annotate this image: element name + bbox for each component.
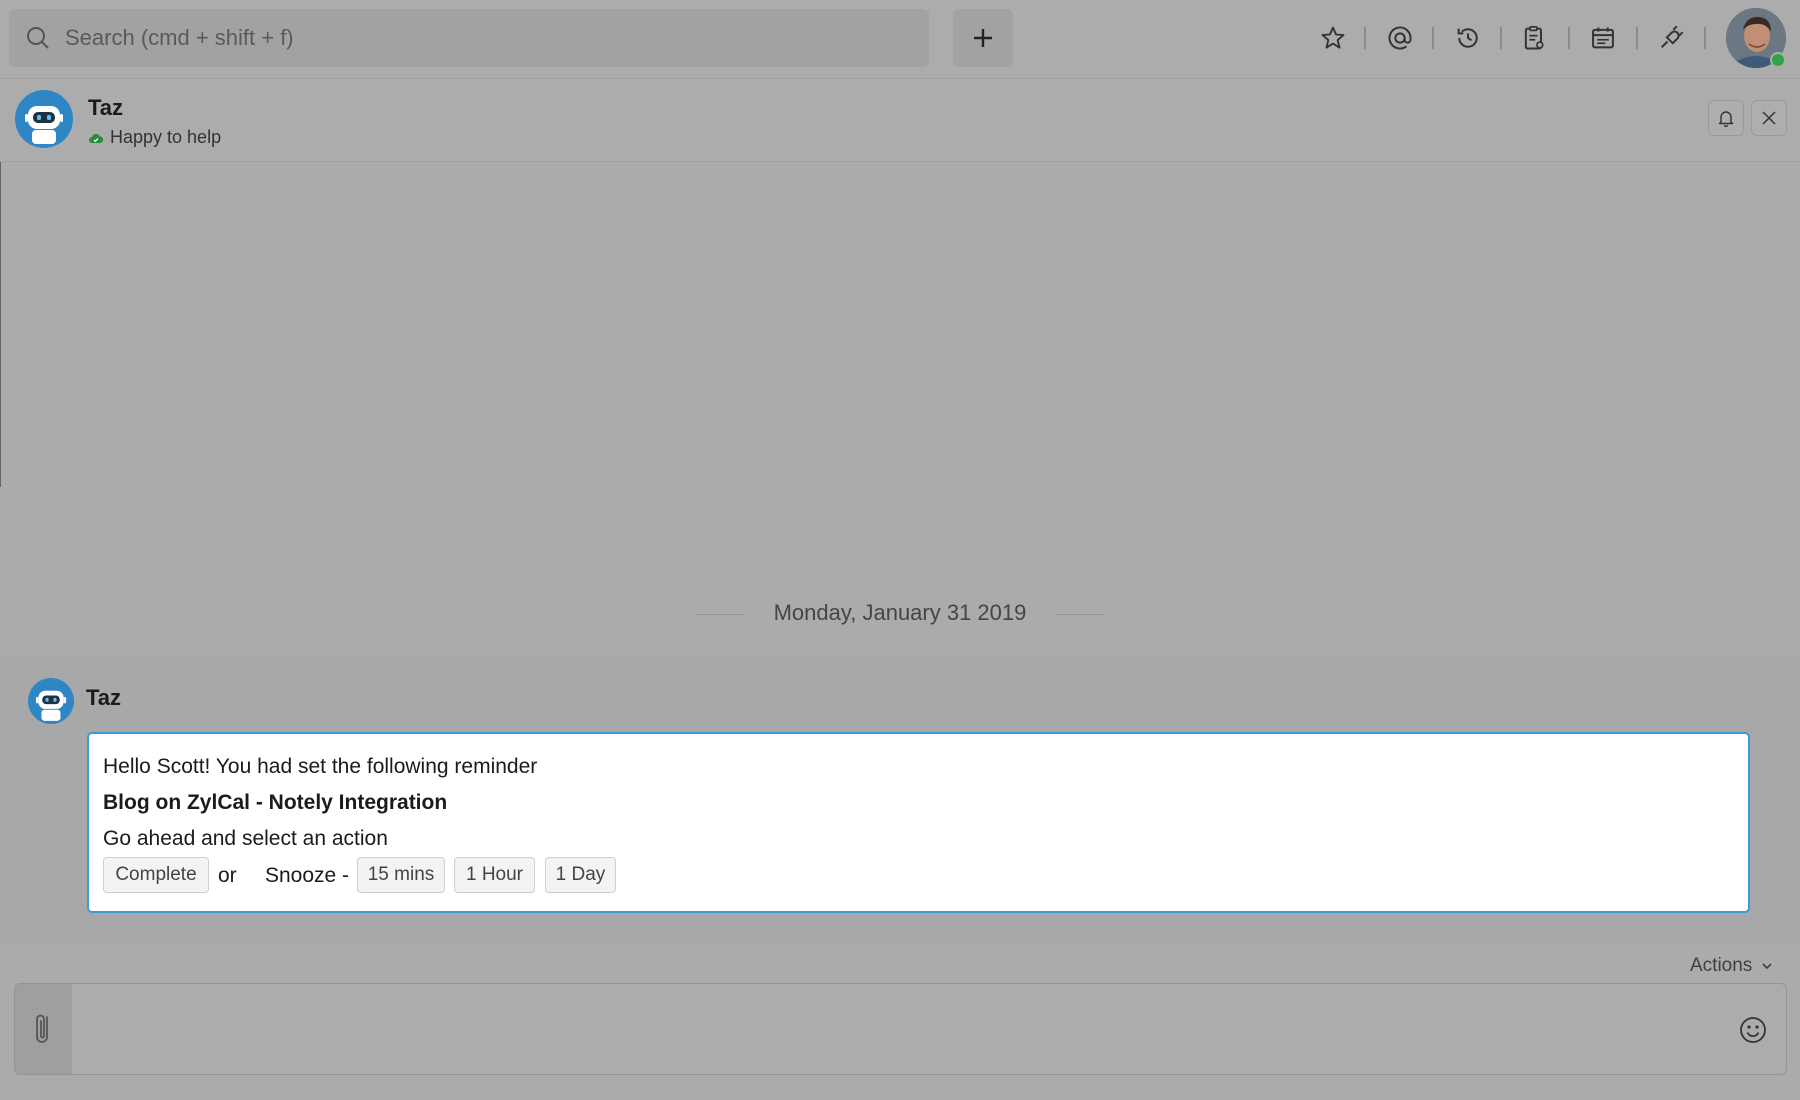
- snooze-1-hour-button[interactable]: 1 Hour: [454, 857, 535, 893]
- date-divider: Monday, January 31 2019: [773, 600, 1027, 625]
- message-greeting: Hello Scott! You had set the following r…: [103, 755, 538, 778]
- toolbar-divider: [1636, 27, 1638, 49]
- close-chat-button[interactable]: [1751, 100, 1787, 136]
- search-input[interactable]: Search (cmd + shift + f): [9, 9, 929, 67]
- left-border: [0, 162, 1, 487]
- toolbar-divider: [1704, 27, 1706, 49]
- chat-header: [0, 79, 1800, 162]
- message-input[interactable]: [14, 983, 1787, 1075]
- date-divider-line: [1057, 614, 1103, 615]
- calendar-icon[interactable]: [1587, 22, 1619, 54]
- history-icon[interactable]: [1452, 22, 1484, 54]
- snooze-1-day-button[interactable]: 1 Day: [545, 857, 616, 893]
- chevron-down-icon: [1762, 963, 1772, 970]
- attach-button[interactable]: [15, 984, 72, 1074]
- toolbar-divider: [1500, 27, 1502, 49]
- actions-label: Actions: [1690, 955, 1753, 976]
- complete-button[interactable]: Complete: [103, 857, 209, 893]
- status-cloud-icon: [88, 131, 104, 147]
- actions-menu[interactable]: Actions: [1690, 955, 1774, 977]
- chat-title: Taz: [88, 95, 124, 120]
- bot-avatar: [15, 90, 73, 148]
- toolbar-divider: [1364, 27, 1366, 49]
- search-icon: [23, 23, 53, 53]
- chat-status: Happy to help: [110, 127, 222, 147]
- bell-icon: [1718, 111, 1734, 128]
- at-mention-icon[interactable]: [1384, 22, 1416, 54]
- emoji-button[interactable]: [1737, 1014, 1769, 1046]
- message-sender: Taz: [86, 685, 122, 710]
- close-icon: [1762, 111, 1776, 125]
- or-text: or: [218, 864, 237, 887]
- paperclip-icon: [35, 1014, 48, 1043]
- clipboard-icon[interactable]: [1518, 22, 1550, 54]
- plug-icon[interactable]: [1655, 22, 1687, 54]
- notification-button[interactable]: [1708, 100, 1744, 136]
- emoji-icon: [1740, 1017, 1766, 1043]
- plus-icon: [974, 29, 992, 47]
- new-button[interactable]: [953, 9, 1013, 67]
- sender-avatar: [28, 678, 74, 724]
- online-status-dot: [1770, 52, 1786, 68]
- toolbar-divider: [1568, 27, 1570, 49]
- reminder-title: Blog on ZylCal - Notely Integration: [103, 791, 448, 814]
- toolbar-divider: [1432, 27, 1434, 49]
- snooze-15-mins-button[interactable]: 15 mins: [357, 857, 445, 893]
- search-placeholder: Search (cmd + shift + f): [65, 25, 294, 50]
- message-prompt: Go ahead and select an action: [103, 827, 388, 850]
- star-icon[interactable]: [1317, 22, 1349, 54]
- snooze-label: Snooze -: [265, 864, 350, 887]
